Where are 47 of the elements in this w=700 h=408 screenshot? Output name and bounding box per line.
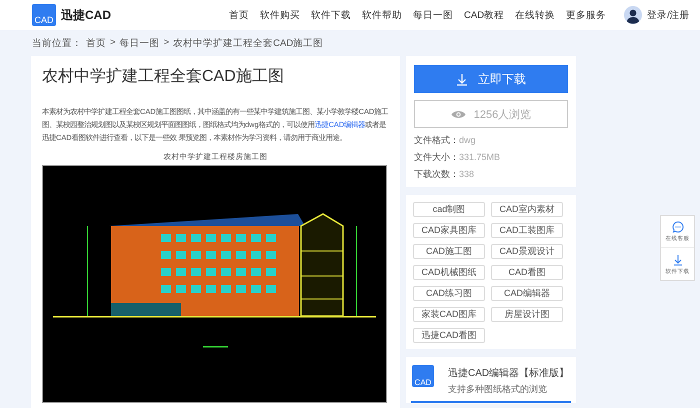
tag-link[interactable]: CAD编辑器	[491, 286, 563, 301]
nav-link[interactable]: 在线转换	[515, 8, 556, 22]
product-logo-icon: CAD	[412, 365, 434, 387]
nav-link[interactable]: 软件帮助	[362, 8, 402, 22]
tag-link[interactable]: CAD施工图	[413, 244, 485, 259]
info-value: dwg	[459, 135, 476, 145]
download-button[interactable]: 立即下载	[414, 65, 568, 93]
article-title: 农村中学扩建工程全套CAD施工图	[42, 66, 285, 87]
views-text: 1256人浏览	[474, 108, 532, 122]
info-label: 下载次数：	[414, 169, 459, 179]
tag-link[interactable]: 迅捷CAD看图	[413, 328, 485, 343]
info-value: 331.75MB	[459, 152, 500, 162]
nav-link[interactable]: 软件购买	[260, 8, 300, 22]
tag-link[interactable]: cad制图	[413, 202, 485, 217]
tag-link[interactable]: CAD练习图	[413, 286, 485, 301]
avatar-icon[interactable]	[624, 6, 642, 24]
breadcrumb-link[interactable]: 每日一图	[120, 37, 160, 48]
tag-link[interactable]: CAD室内素材	[491, 202, 563, 217]
info-value: 338	[459, 169, 474, 179]
eye-icon	[450, 110, 466, 118]
breadcrumb-separator: >	[164, 37, 170, 48]
download-icon	[456, 72, 468, 86]
tag-link[interactable]: CAD看图	[491, 265, 563, 280]
nav-link[interactable]: 更多服务	[566, 8, 606, 22]
chat-icon	[672, 221, 684, 233]
tag-link[interactable]: CAD家具图库	[413, 223, 485, 238]
brand-name: 迅捷CAD	[61, 6, 111, 24]
product-subtitle: 支持多种图纸格式的浏览	[448, 383, 548, 396]
nav-link[interactable]: CAD教程	[464, 8, 504, 22]
tag-link[interactable]: CAD景观设计	[491, 244, 563, 259]
tag-link[interactable]: CAD工装图库	[491, 223, 563, 238]
tag-link[interactable]: 房屋设计图	[491, 307, 563, 322]
info-label: 文件大小：	[414, 152, 459, 162]
breadcrumb-separator: >	[110, 37, 116, 48]
breadcrumb-link[interactable]: 首页	[86, 37, 106, 48]
nav-link[interactable]: 首页	[229, 8, 249, 22]
tag-link[interactable]: 家装CAD图库	[413, 307, 485, 322]
nav-link[interactable]: 每日一图	[413, 8, 453, 22]
download-icon	[672, 254, 682, 266]
breadcrumb-label: 当前位置：	[32, 37, 82, 48]
product-title: 迅捷CAD编辑器【标准版】	[448, 366, 570, 380]
logo-icon[interactable]: CAD	[32, 4, 56, 26]
breadcrumb-link[interactable]: 农村中学扩建工程全套CAD施工图	[173, 37, 324, 48]
nav-link[interactable]: 软件下载	[311, 8, 351, 22]
info-label: 文件格式：	[414, 135, 459, 145]
login-link[interactable]: 登录/注册	[647, 8, 690, 22]
tag-link[interactable]: CAD机械图纸	[413, 265, 485, 280]
